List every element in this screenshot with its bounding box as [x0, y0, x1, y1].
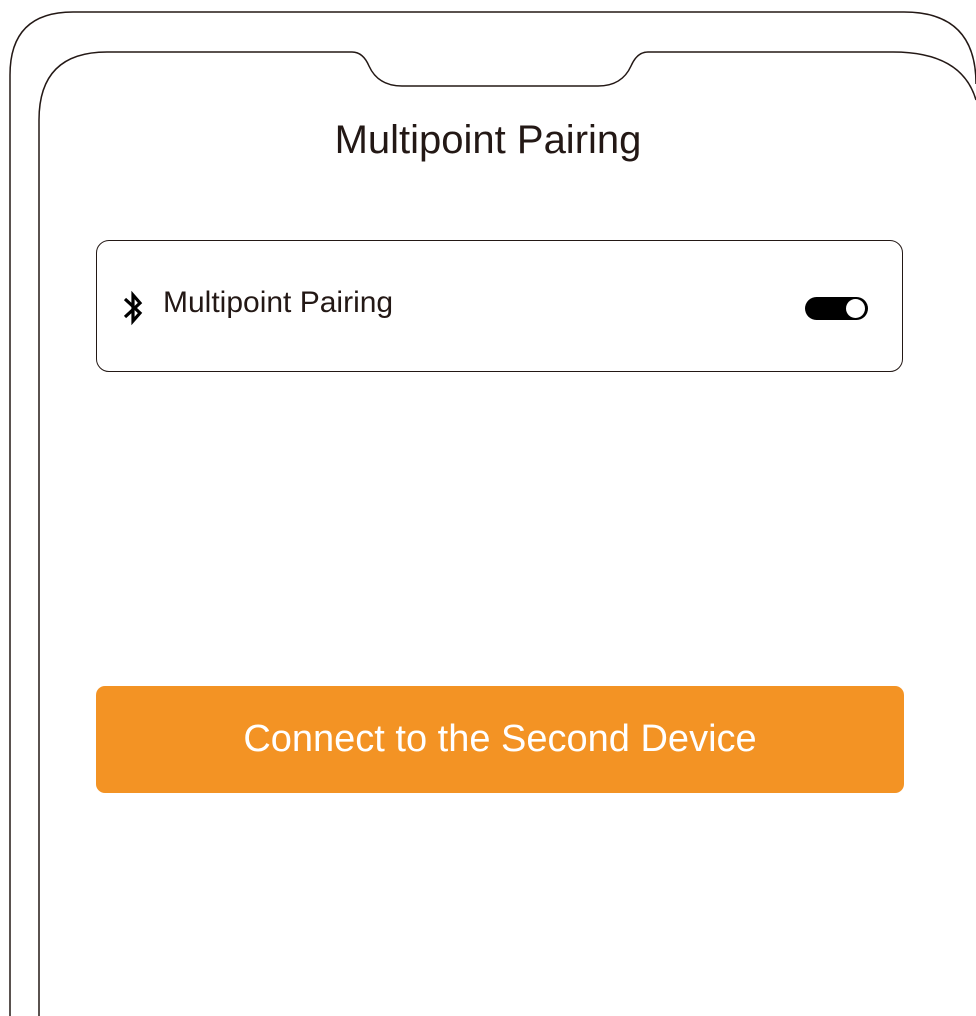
multipoint-toggle[interactable]: [805, 297, 868, 320]
setting-label: Multipoint Pairing: [163, 286, 394, 319]
multipoint-setting-card: Multipoint Pairing: [96, 240, 903, 372]
bluetooth-icon: [123, 290, 143, 326]
page-title: Multipoint Pairing: [334, 118, 642, 162]
connect-second-device-button[interactable]: Connect to the Second Device: [96, 686, 904, 793]
toggle-knob: [846, 299, 865, 318]
